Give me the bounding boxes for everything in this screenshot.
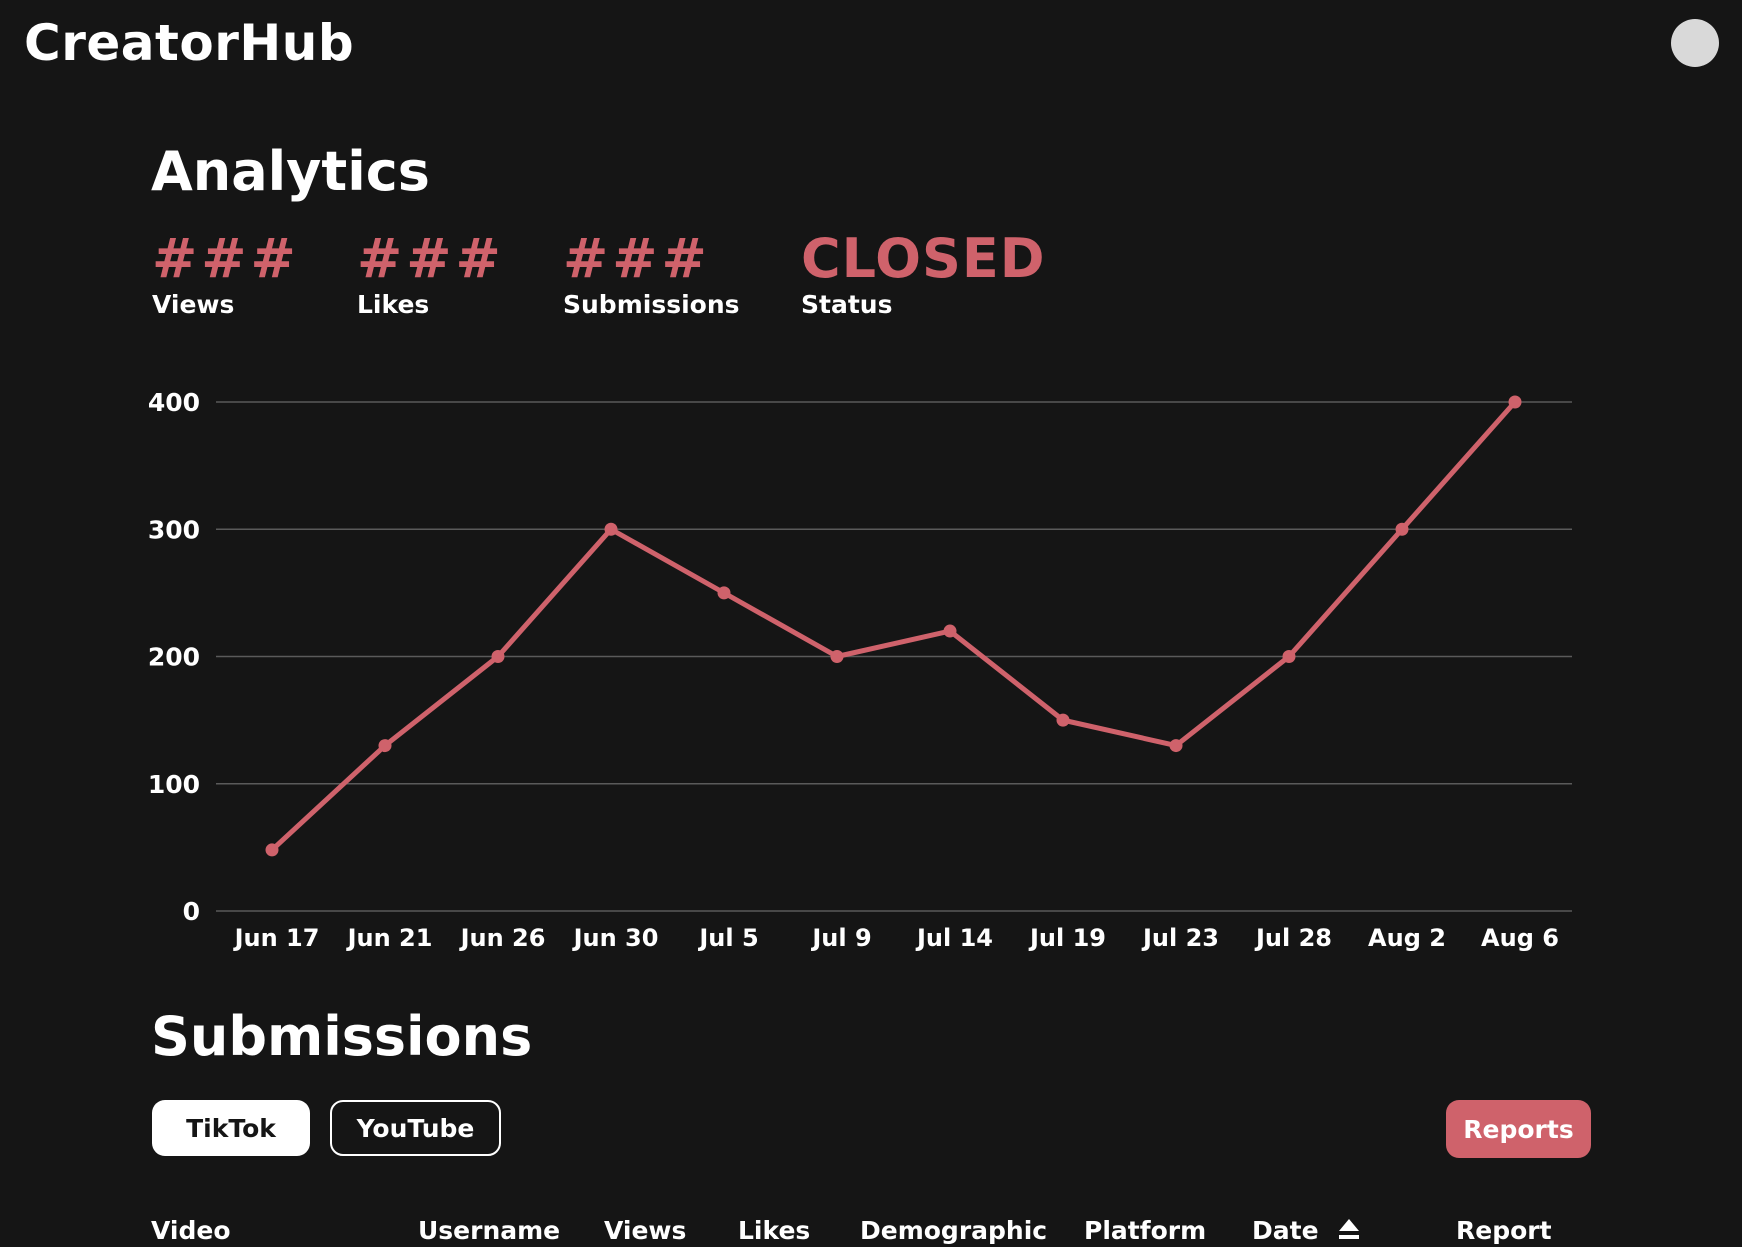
analytics-title: Analytics — [151, 140, 430, 203]
column-header-date-label: Date — [1252, 1216, 1319, 1245]
tab-youtube[interactable]: YouTube — [330, 1100, 501, 1156]
y-tick-label: 100 — [148, 770, 200, 799]
data-point — [717, 586, 731, 600]
y-tick-label: 0 — [183, 897, 200, 926]
column-header-likes[interactable]: Likes — [738, 1216, 810, 1245]
y-tick-label: 300 — [148, 515, 200, 544]
stat-likes-value: ### — [357, 227, 505, 290]
user-avatar[interactable] — [1671, 19, 1719, 67]
data-point — [1169, 739, 1183, 753]
stat-submissions: ### Submissions — [563, 227, 740, 320]
x-tick-label: Jun 26 — [459, 924, 546, 952]
data-point — [604, 522, 618, 536]
stat-views: ### Views — [152, 227, 300, 320]
column-header-username[interactable]: Username — [418, 1216, 560, 1245]
data-point — [1056, 713, 1070, 727]
x-tick-label: Jul 14 — [915, 924, 993, 952]
data-point — [378, 739, 392, 753]
x-tick-label: Jul 19 — [1028, 924, 1106, 952]
x-tick-label: Jul 28 — [1254, 924, 1332, 952]
x-tick-label: Aug 6 — [1481, 924, 1559, 952]
stat-views-value: ### — [152, 227, 300, 290]
submissions-title: Submissions — [151, 1005, 533, 1068]
stat-views-label: Views — [152, 290, 235, 319]
stat-status: CLOSED Status — [801, 227, 1046, 320]
column-header-video[interactable]: Video — [151, 1216, 231, 1245]
data-point — [830, 650, 844, 663]
stat-submissions-label: Submissions — [563, 290, 740, 319]
app-logo[interactable]: CreatorHub — [24, 14, 354, 72]
reports-button[interactable]: Reports — [1446, 1100, 1591, 1158]
column-header-demographic[interactable]: Demographic — [860, 1216, 1047, 1245]
stat-status-label: Status — [801, 290, 893, 319]
y-tick-label: 400 — [148, 388, 200, 417]
data-point — [265, 843, 279, 857]
stat-status-value: CLOSED — [801, 227, 1046, 290]
stat-submissions-value: ### — [563, 227, 711, 290]
data-point — [491, 650, 505, 663]
x-tick-label: Jul 23 — [1141, 924, 1219, 952]
x-tick-label: Jun 21 — [346, 924, 433, 952]
x-tick-label: Jun 17 — [233, 924, 320, 952]
data-point — [1395, 522, 1409, 536]
tab-tiktok[interactable]: TikTok — [152, 1100, 310, 1156]
stat-likes: ### Likes — [357, 227, 505, 320]
column-header-report[interactable]: Report — [1456, 1216, 1552, 1245]
data-point — [1508, 395, 1522, 409]
x-tick-label: Jun 30 — [572, 924, 659, 952]
sort-arrow-icon[interactable] — [1337, 1217, 1361, 1247]
data-point — [1282, 650, 1296, 663]
x-tick-label: Jul 9 — [810, 924, 871, 952]
series-line — [269, 399, 1518, 853]
column-header-date[interactable]: Date — [1252, 1216, 1361, 1247]
x-tick-label: Aug 2 — [1368, 924, 1446, 952]
x-tick-label: Jul 5 — [697, 924, 758, 952]
y-tick-label: 200 — [148, 643, 200, 672]
stat-likes-label: Likes — [357, 290, 430, 319]
column-header-views[interactable]: Views — [604, 1216, 686, 1245]
views-line-chart: 0 100 200 300 400 Jun 17 Jun 21 Jun 26 Jun 30 Jul… — [148, 388, 1572, 952]
column-header-platform[interactable]: Platform — [1084, 1216, 1206, 1245]
data-point — [943, 624, 957, 638]
